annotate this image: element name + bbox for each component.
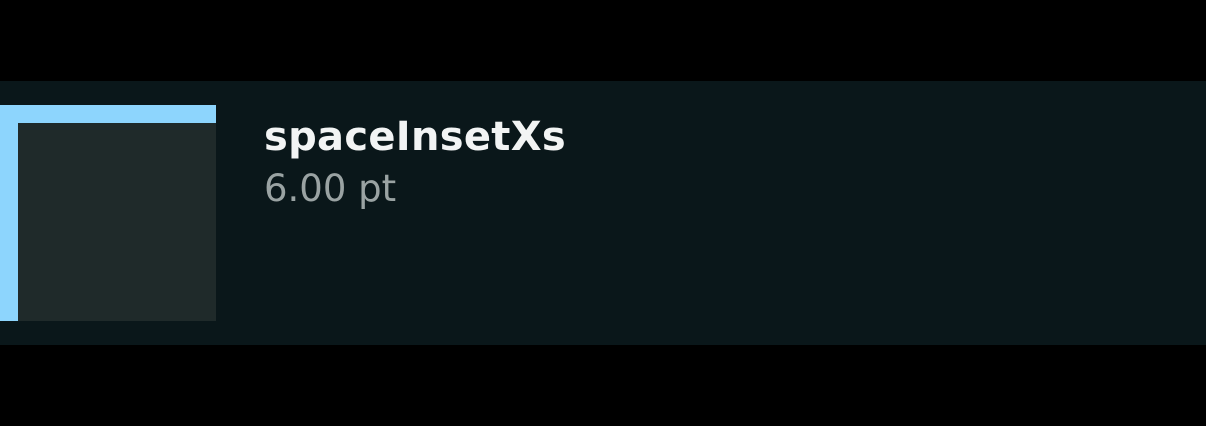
inset-preview-swatch (0, 105, 216, 321)
token-name: spaceInsetXs (264, 114, 566, 160)
token-text-group: spaceInsetXs 6.00 pt (264, 111, 566, 215)
inset-preview-inner-box (18, 123, 216, 321)
spacing-token-row: spaceInsetXs 6.00 pt (0, 81, 1206, 345)
token-value: 6.00 pt (264, 167, 397, 210)
